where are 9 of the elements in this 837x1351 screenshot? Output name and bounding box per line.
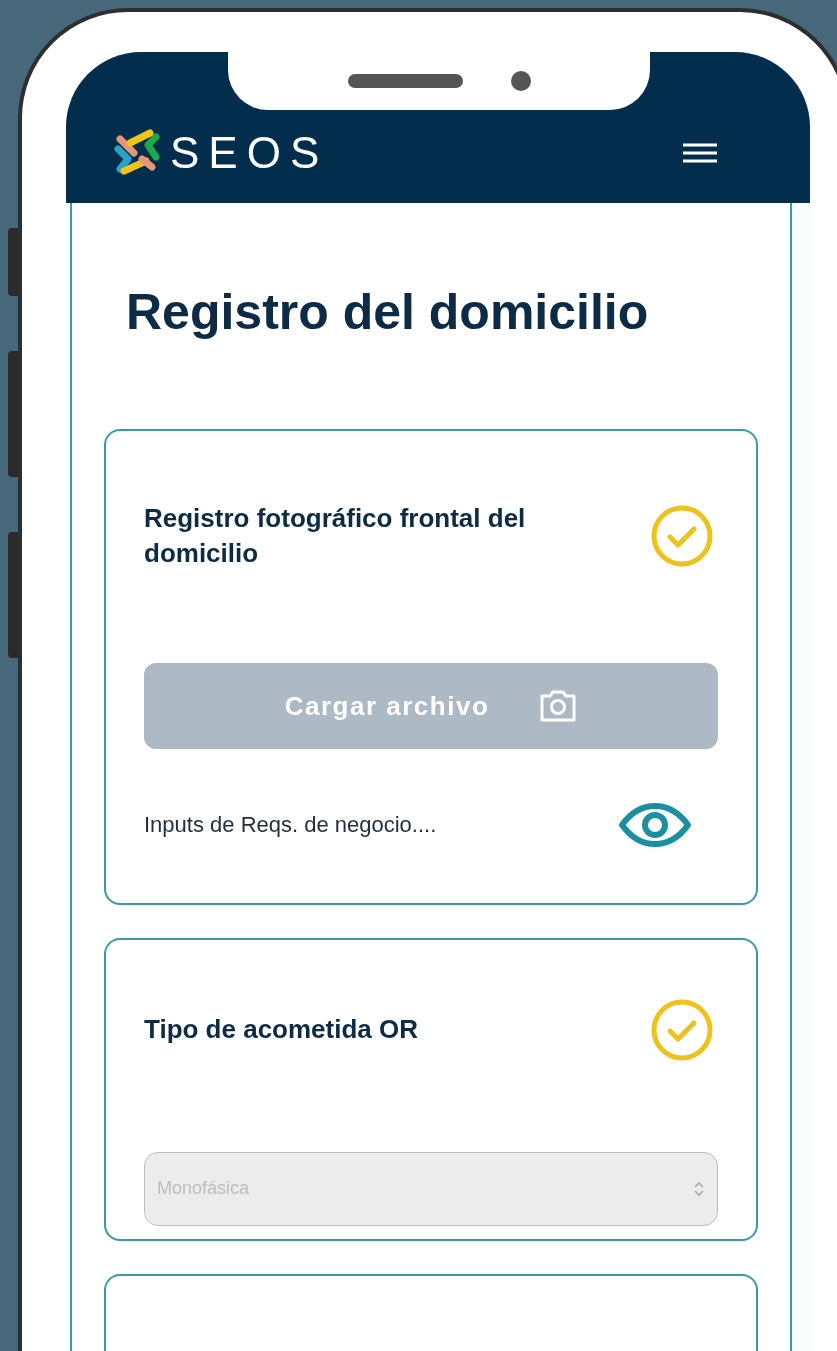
camera-icon [539,689,578,724]
menu-icon[interactable] [682,142,718,163]
card-title: Registro fotográfico frontal del domicilio [144,502,527,571]
note-text: Inputs de Reqs. de negocio.... [144,812,437,839]
eye-icon[interactable] [618,803,692,848]
logo-text: SEOS [170,130,329,175]
page-title: Registro del domicilio [126,285,650,340]
card-title: Tipo de acometida OR [144,1013,418,1047]
up-down-chevron-icon [693,1179,705,1198]
